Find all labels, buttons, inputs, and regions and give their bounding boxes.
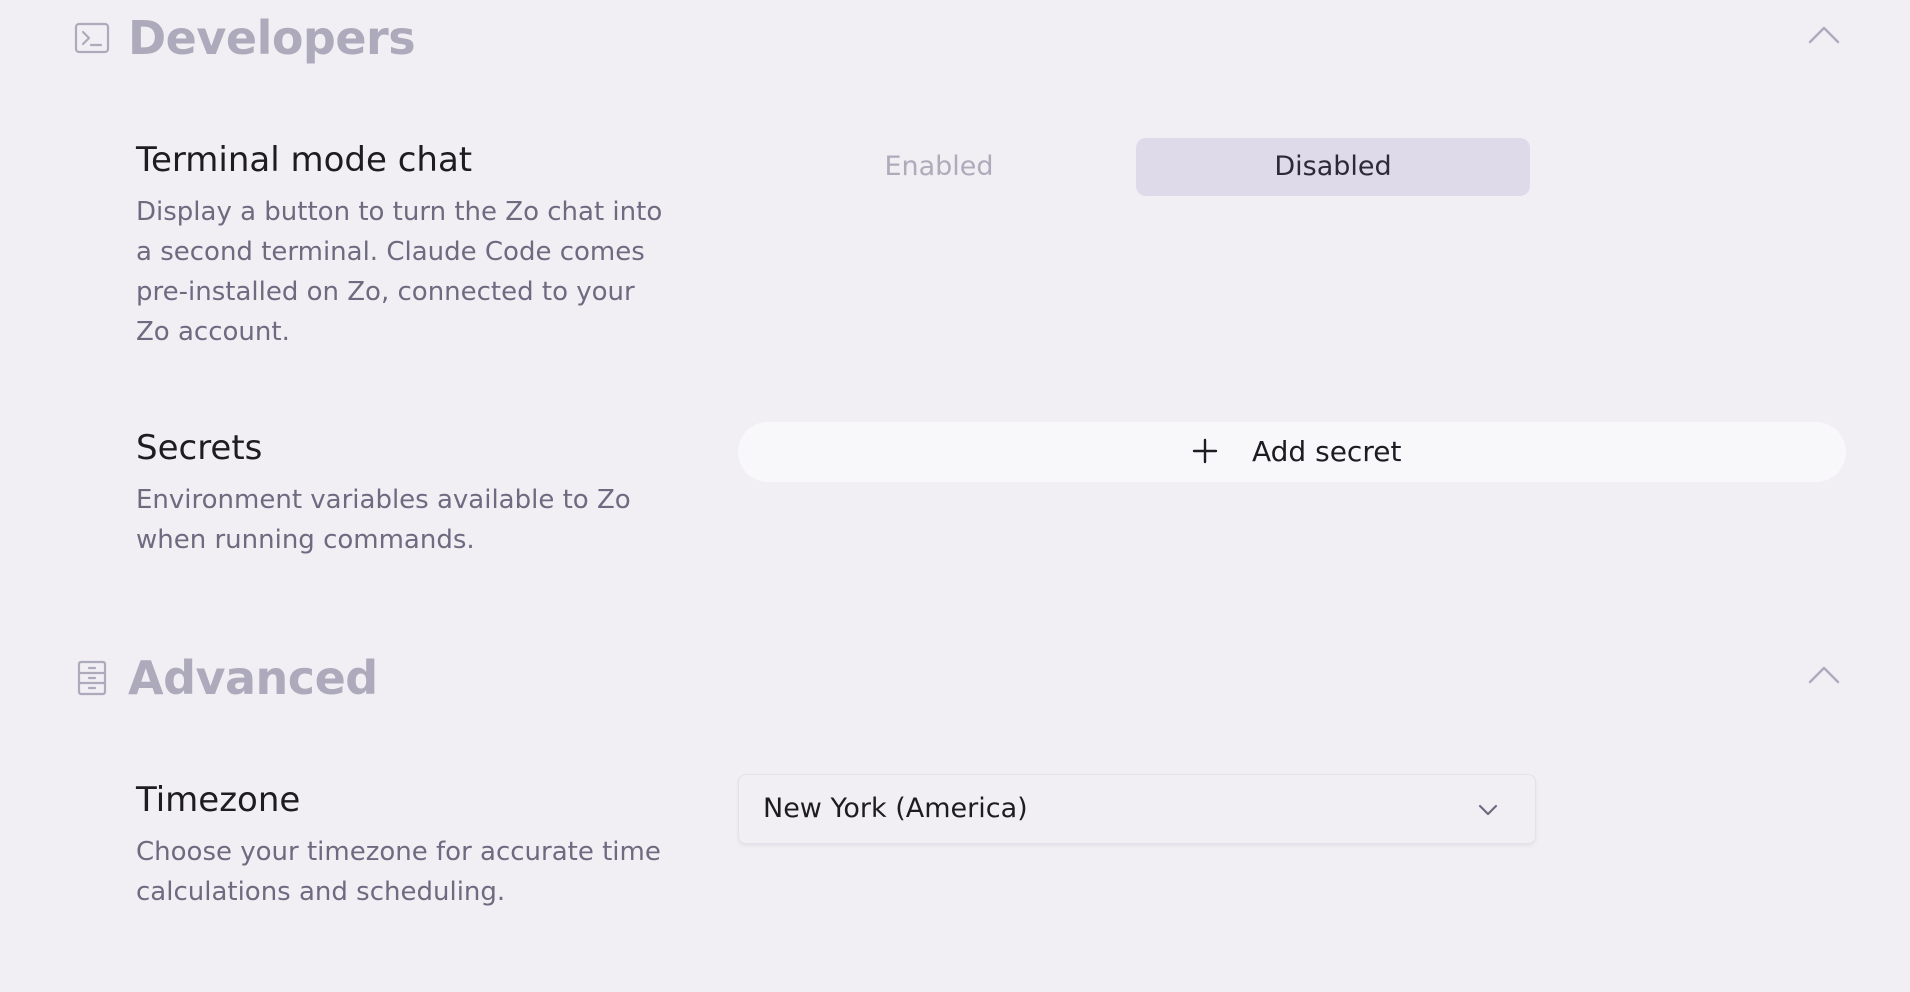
disabled-option[interactable]: Disabled [1136, 138, 1530, 196]
chevron-up-icon[interactable] [1804, 656, 1844, 696]
terminal-mode-toggle: Enabled Disabled [742, 138, 1530, 198]
secrets-title: Secrets [136, 428, 263, 468]
timezone-value: New York (America) [763, 793, 1028, 824]
advanced-section-header: Advanced [74, 644, 1844, 708]
timezone-description: Choose your timezone for accurate time c… [136, 837, 661, 907]
terminal-mode-title: Terminal mode chat [136, 140, 473, 180]
terminal-mode-description: Display a button to turn the Zo chat int… [136, 197, 663, 347]
advanced-section-title: Advanced [128, 651, 378, 705]
terminal-icon [74, 20, 110, 56]
settings-page: Developers Terminal mode chat Display a … [0, 0, 1910, 992]
chevron-down-icon [1477, 799, 1499, 821]
secrets-description: Environment variables available to Zo wh… [136, 485, 631, 555]
add-secret-button[interactable]: Add secret [738, 422, 1846, 482]
developers-section-title: Developers [128, 11, 416, 65]
plus-icon [1190, 436, 1220, 466]
cabinet-icon [74, 660, 110, 696]
add-secret-label: Add secret [1252, 435, 1402, 468]
timezone-title: Timezone [136, 780, 301, 820]
chevron-up-icon[interactable] [1804, 16, 1844, 56]
timezone-select[interactable]: New York (America) [738, 774, 1536, 844]
developers-section-header: Developers [74, 4, 1844, 68]
enabled-option[interactable]: Enabled [742, 138, 1136, 196]
